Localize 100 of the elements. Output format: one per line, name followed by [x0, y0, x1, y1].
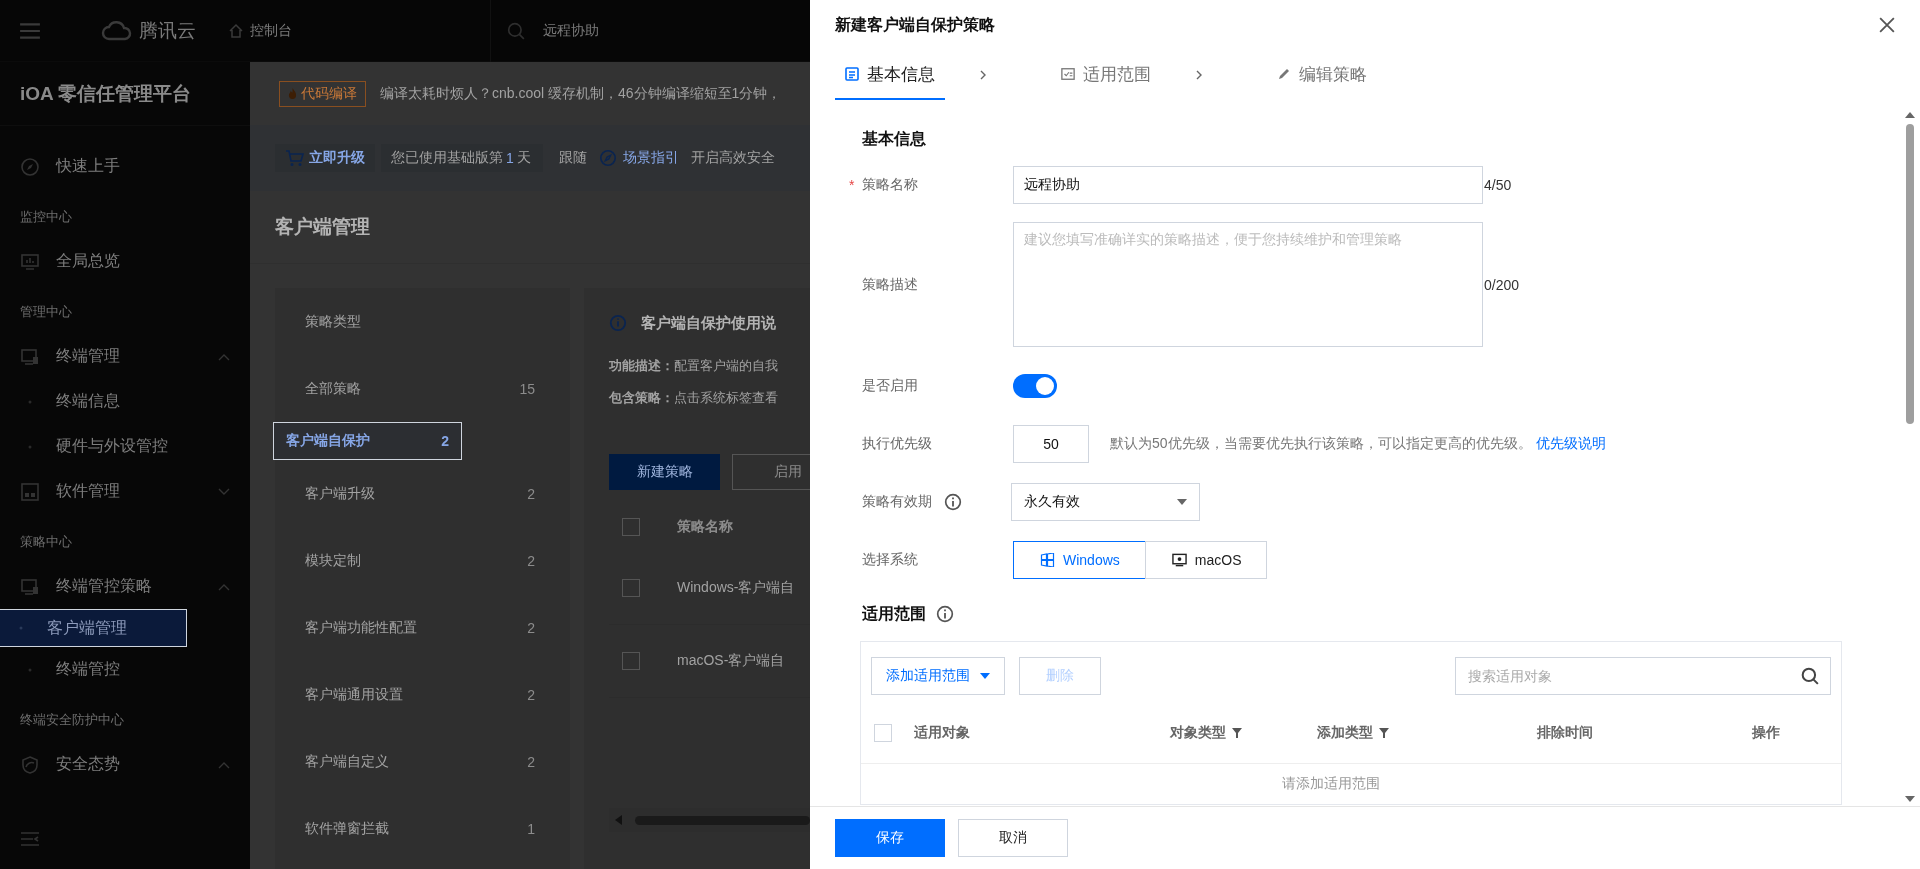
- scroll-down-icon[interactable]: [1905, 796, 1915, 802]
- checklist-icon: [1061, 67, 1075, 81]
- footer-button[interactable]: 取消: [958, 819, 1068, 857]
- chevron-down-icon: [218, 487, 230, 496]
- policy-description-field[interactable]: 建议您填写准确详实的策略描述，便于您持续维护和管理策略: [1013, 222, 1483, 347]
- section-title: 适用范围: [862, 603, 926, 624]
- panel-heading: 策略类型: [304, 311, 362, 331]
- devices-icon: [20, 346, 40, 367]
- scope-search-field[interactable]: 搜索适用对象: [1455, 657, 1831, 695]
- required-mark: *: [849, 177, 855, 193]
- upgrade-button[interactable]: 立即升级: [275, 144, 375, 172]
- character-counter: 0/200: [1484, 276, 1520, 293]
- chevron-right-icon: [1196, 70, 1202, 80]
- checkbox[interactable]: [622, 579, 640, 597]
- priority-help-link[interactable]: 优先级说明: [1535, 435, 1606, 453]
- close-icon[interactable]: [1879, 17, 1895, 33]
- compass-icon: [20, 156, 40, 177]
- sidebar-item[interactable]: 安全态势: [0, 742, 250, 787]
- checkbox[interactable]: [622, 652, 640, 670]
- menu-icon[interactable]: [19, 21, 41, 40]
- sidebar-item[interactable]: 终端管控策略: [0, 564, 250, 609]
- sidebar-item[interactable]: 软件管理: [0, 469, 250, 514]
- cart-icon: [285, 149, 305, 167]
- info-title: 客户端自保护使用说: [641, 313, 776, 333]
- column-header: 对象类型: [1170, 724, 1226, 742]
- toggle-switch[interactable]: [1013, 374, 1057, 398]
- devices-icon: [20, 576, 40, 597]
- os-option[interactable]: Windows: [1013, 541, 1146, 579]
- step-tab[interactable]: 基本信息: [835, 50, 945, 100]
- sidebar-item[interactable]: 终端管理: [0, 334, 250, 379]
- checkbox[interactable]: [622, 518, 640, 536]
- compass-icon: [598, 149, 617, 167]
- sidebar-item[interactable]: 终端管控: [0, 647, 250, 692]
- field-label: 选择系统: [862, 551, 919, 569]
- chevron-up-icon: [218, 352, 230, 361]
- policy-type-item[interactable]: 客户端功能性配置 2: [275, 594, 570, 661]
- bullet-icon: [19, 626, 23, 630]
- apps-icon: [20, 481, 40, 502]
- windows-icon: [1040, 553, 1055, 567]
- footer-button[interactable]: 保存: [835, 819, 945, 857]
- policy-name-field[interactable]: 远程协助: [1013, 166, 1483, 204]
- console-link[interactable]: 控制台: [250, 21, 292, 40]
- home-icon: [228, 22, 244, 39]
- filter-icon[interactable]: [1379, 728, 1389, 738]
- info-icon[interactable]: [944, 493, 962, 511]
- menu-section-heading: 终端安全防护中心: [19, 710, 125, 729]
- chevron-up-icon: [218, 760, 230, 769]
- shield-icon: [20, 754, 40, 775]
- policy-type-item[interactable]: 客户端自保护 2: [273, 422, 462, 460]
- policy-type-item[interactable]: 软件弹窗拦截 1: [275, 795, 570, 862]
- column-header: 策略名称: [677, 518, 733, 536]
- step-tab[interactable]: 适用范围: [1051, 50, 1161, 100]
- os-option[interactable]: macOS: [1144, 541, 1268, 579]
- monitor-icon: [1171, 553, 1187, 567]
- search-icon: [507, 21, 525, 40]
- sidebar-item[interactable]: 客户端管理: [0, 609, 187, 647]
- column-header: 添加类型: [1317, 724, 1373, 742]
- promo-text: 编译太耗时烦人？cnb.cool 缓存机制，46分钟编译缩短至1分钟，: [380, 84, 782, 103]
- field-label: 是否启用: [862, 377, 919, 395]
- field-label: 策略名称: [862, 176, 918, 192]
- scroll-up-icon[interactable]: [1905, 112, 1915, 118]
- caret-down-icon: [1177, 499, 1187, 505]
- scroll-left-icon[interactable]: [615, 815, 623, 825]
- help-text: 默认为50优先级，当需要优先执行该策略，可以指定更高的优先级。: [1110, 435, 1532, 453]
- column-header: 操作: [1752, 724, 1780, 742]
- menu-section-heading: 策略中心: [19, 532, 73, 551]
- info-line: 包含策略：点击系统标签查看: [609, 389, 778, 407]
- info-icon[interactable]: [936, 605, 954, 623]
- flame-icon: [288, 88, 297, 99]
- search-icon: [1801, 667, 1819, 685]
- page-title: 客户端管理: [275, 215, 370, 239]
- step-tab[interactable]: 编辑策略: [1267, 50, 1377, 100]
- sidebar-item[interactable]: 终端信息: [0, 379, 250, 424]
- add-scope-button[interactable]: 添加适用范围: [871, 657, 1005, 695]
- policy-type-item[interactable]: 客户端通用设置 2: [275, 661, 570, 728]
- sidebar-item[interactable]: 全局总览: [0, 239, 250, 284]
- section-title: 基本信息: [862, 128, 927, 149]
- caret-down-icon: [980, 673, 990, 679]
- policy-type-item[interactable]: 客户端升级 2: [275, 460, 570, 527]
- filter-icon[interactable]: [1232, 728, 1242, 738]
- policy-type-item[interactable]: 模块定制 2: [275, 527, 570, 594]
- promo-tag: 代码编译: [279, 80, 366, 107]
- chevron-right-icon: [980, 70, 986, 80]
- info-line: 功能描述：配置客户端的自我: [609, 357, 778, 375]
- scene-guide-link[interactable]: 场景指引: [622, 149, 679, 167]
- menu-section-heading: 管理中心: [19, 302, 73, 321]
- validity-dropdown[interactable]: 永久有效: [1011, 483, 1200, 521]
- column-header: 适用对象: [914, 724, 970, 742]
- action-button[interactable]: 新建策略: [609, 454, 720, 490]
- sidebar-item[interactable]: 硬件与外设管控: [0, 424, 250, 469]
- character-counter: 4/50: [1484, 177, 1512, 193]
- field-label: 策略描述: [862, 275, 919, 294]
- field-label: 执行优先级: [862, 435, 933, 453]
- collapse-menu-icon[interactable]: [20, 831, 40, 847]
- priority-field[interactable]: 50: [1013, 425, 1089, 463]
- policy-type-item[interactable]: 客户端自定义 2: [275, 728, 570, 795]
- policy-type-item[interactable]: 全部策略 15: [275, 355, 570, 422]
- table-cell: Windows-客户端自: [677, 579, 795, 597]
- sidebar-item[interactable]: 快速上手: [0, 144, 250, 189]
- brand-name: 腾讯云: [139, 18, 196, 43]
